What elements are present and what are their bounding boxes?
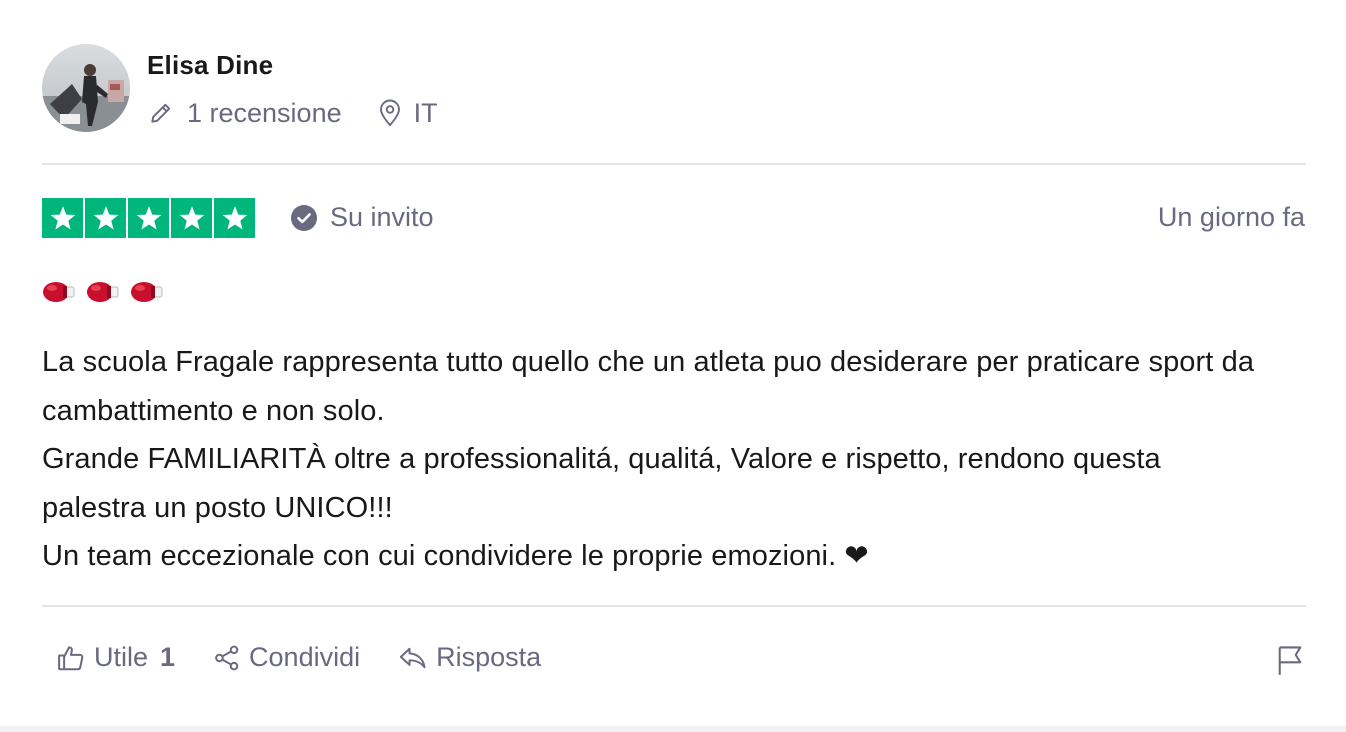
star-3 — [128, 198, 169, 238]
star-rating — [42, 198, 255, 238]
star-icon — [136, 206, 161, 230]
review-paragraph: La scuola Fragale rappresenta tutto quel… — [42, 346, 1255, 427]
flag-icon — [1276, 644, 1304, 676]
boxing-glove-icon — [86, 278, 120, 311]
reply-arrow-icon — [398, 644, 428, 672]
country-code: IT — [413, 97, 438, 128]
useful-button[interactable]: Utile 1 — [56, 642, 175, 673]
avatar[interactable] — [42, 44, 130, 132]
emoji-row — [42, 278, 164, 311]
star-icon — [50, 206, 75, 230]
header-divider — [42, 163, 1306, 165]
star-2 — [85, 198, 126, 238]
footer-divider — [42, 605, 1306, 607]
review-count-label: 1 recensione — [187, 97, 342, 128]
reviewer-name[interactable]: Elisa Dine — [147, 50, 273, 81]
card-bottom-edge — [0, 726, 1346, 732]
invite-badge[interactable]: Su invito — [290, 202, 434, 233]
reviewer-country: IT — [376, 98, 438, 129]
share-icon — [213, 644, 241, 672]
review-card: Elisa Dine 1 recensione IT Su invito Un … — [0, 0, 1346, 726]
verified-check-icon — [290, 204, 318, 232]
useful-count: 1 — [160, 642, 176, 672]
star-4 — [171, 198, 212, 238]
useful-label: Utile — [94, 642, 149, 672]
pencil-icon — [147, 98, 175, 128]
reply-button[interactable]: Risposta — [398, 642, 541, 673]
star-icon — [179, 206, 204, 230]
review-actions: Utile 1 Condividi Risposta — [56, 642, 541, 673]
location-pin-icon — [376, 98, 404, 128]
star-1 — [42, 198, 83, 238]
review-date: Un giorno fa — [1157, 202, 1305, 232]
review-count: 1 recensione — [147, 98, 342, 129]
boxing-glove-icon — [130, 278, 164, 311]
boxing-glove-icon — [42, 278, 76, 311]
share-button[interactable]: Condividi — [213, 642, 360, 673]
star-5 — [214, 198, 255, 238]
flag-button[interactable] — [1276, 644, 1304, 681]
reply-label: Risposta — [436, 642, 542, 672]
review-paragraph: Un team eccezionale con cui condividere … — [42, 540, 869, 572]
review-body: La scuola Fragale rappresenta tutto quel… — [42, 338, 1272, 581]
invite-label: Su invito — [330, 202, 434, 232]
star-icon — [93, 206, 118, 230]
review-paragraph: Grande FAMILIARITÀ oltre a professionali… — [42, 443, 1161, 524]
star-icon — [222, 206, 247, 230]
reviewer-meta: 1 recensione IT — [147, 96, 438, 130]
thumbs-up-icon — [56, 643, 86, 673]
share-label: Condividi — [249, 642, 361, 672]
